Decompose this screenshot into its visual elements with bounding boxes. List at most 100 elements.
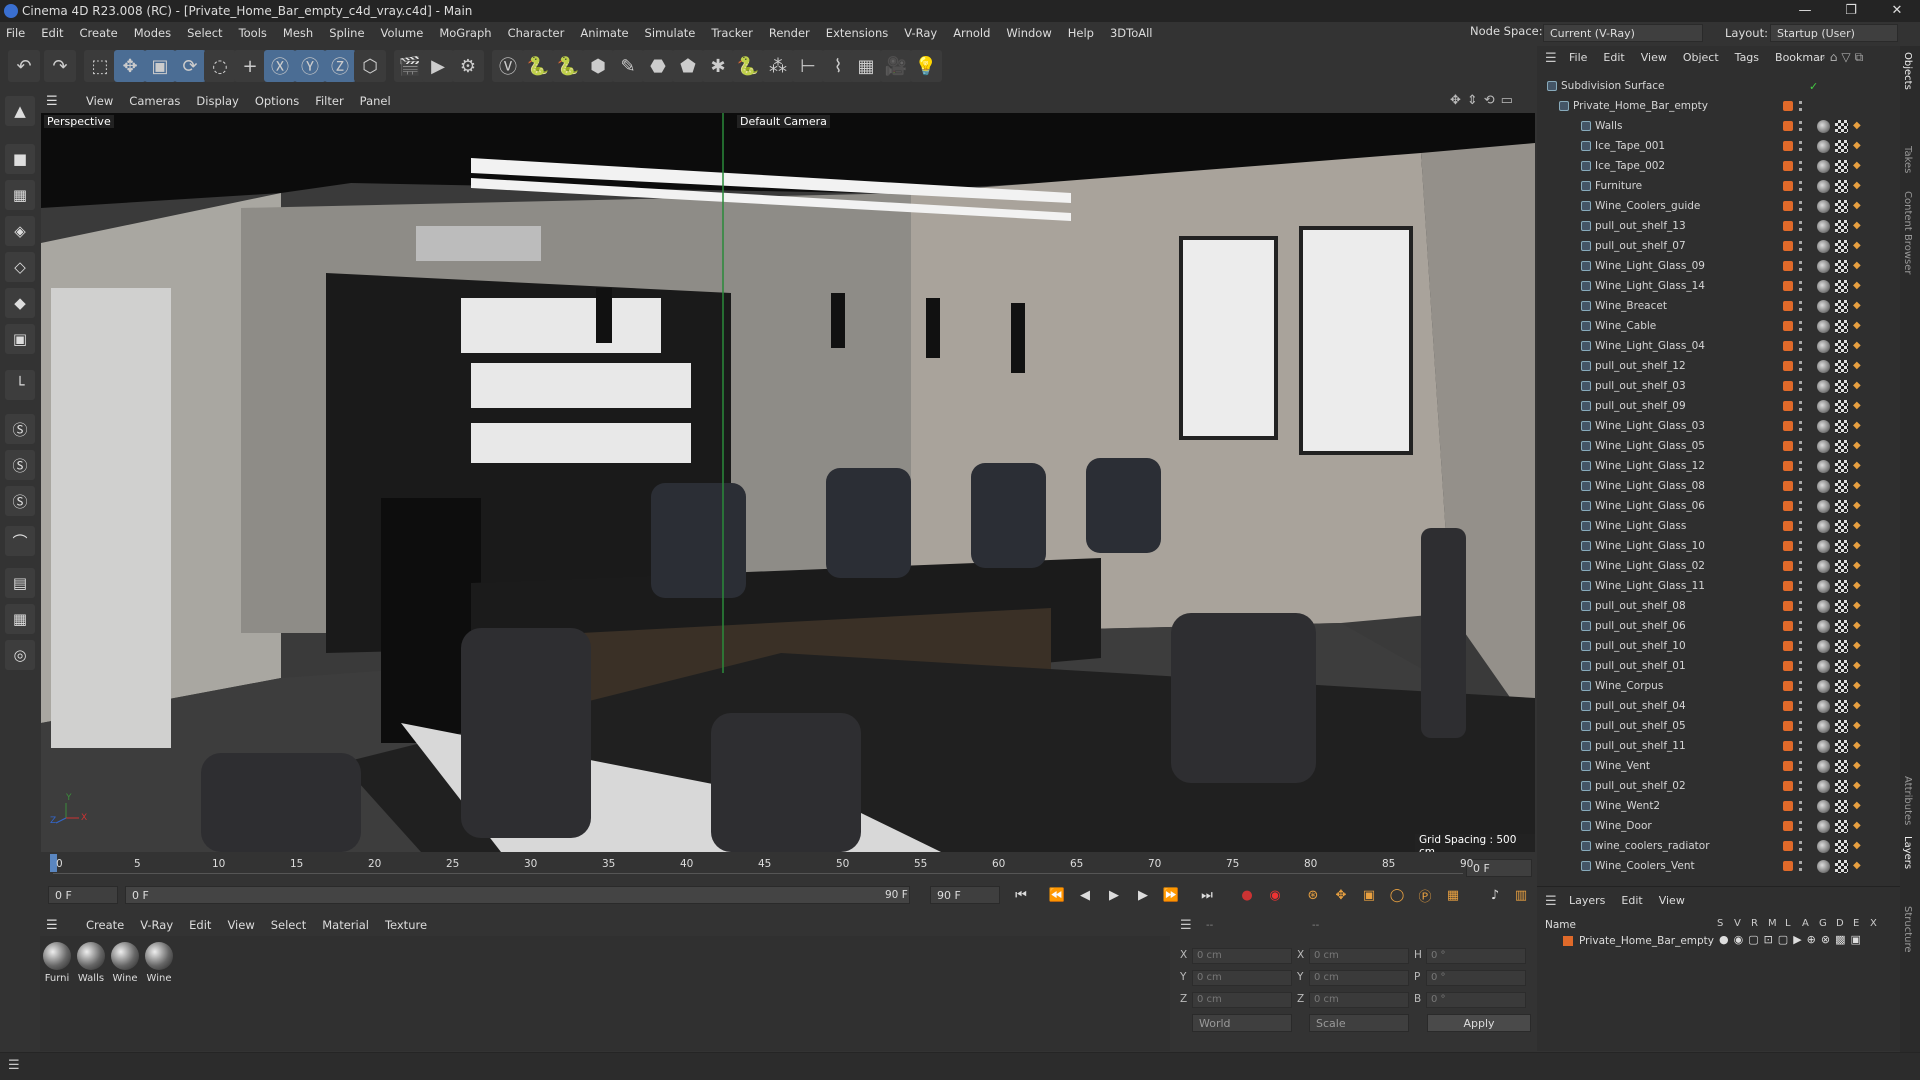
texture-tag-icon[interactable] [1835, 339, 1848, 353]
texture-tag-icon[interactable] [1835, 139, 1848, 153]
material-menu-view[interactable]: View [227, 918, 254, 932]
key-pla-icon[interactable]: ▦ [1442, 884, 1464, 906]
layer-tag-icon[interactable] [1783, 781, 1793, 791]
material-swatch[interactable]: Furni [42, 942, 72, 990]
rotate-icon[interactable]: ⟳ [174, 50, 206, 82]
visibility-dots-icon[interactable] [1799, 401, 1803, 411]
visibility-dots-icon[interactable] [1799, 601, 1803, 611]
vray-tag-icon[interactable]: ◆ [1853, 541, 1863, 551]
material-tag-icon[interactable] [1817, 799, 1830, 813]
light-icon[interactable]: 💡 [910, 50, 942, 82]
material-tag-icon[interactable] [1817, 639, 1830, 653]
object-row[interactable]: pull_out_shelf_03 ◆ [1537, 376, 1900, 396]
texture-tag-icon[interactable] [1835, 479, 1848, 493]
object-row[interactable]: Wine_Light_Glass_10 ◆ [1537, 536, 1900, 556]
material-tag-icon[interactable] [1817, 459, 1830, 473]
python-icon[interactable]: 🐍 [552, 50, 584, 82]
material-tag-icon[interactable] [1817, 279, 1830, 293]
layers-menu-layers[interactable]: Layers [1569, 894, 1605, 907]
menu-spline[interactable]: Spline [329, 26, 364, 40]
side-tab-content-browser[interactable]: Content Browser [1902, 191, 1913, 274]
hamburger-icon[interactable]: ☰ [46, 918, 70, 933]
objects-menu-bookmar[interactable]: Bookmar [1775, 51, 1824, 64]
timeline-window-icon[interactable]: ▥ [1510, 884, 1532, 906]
hamburger-icon[interactable]: ☰ [1545, 51, 1557, 66]
grid-snap-icon[interactable]: ▦ [5, 604, 35, 634]
coord-field[interactable]: 0 ° [1426, 970, 1526, 986]
menu-select[interactable]: Select [187, 26, 222, 40]
menu-volume[interactable]: Volume [381, 26, 424, 40]
visibility-dots-icon[interactable] [1799, 641, 1803, 651]
material-tag-icon[interactable] [1817, 359, 1830, 373]
texture-tag-icon[interactable] [1835, 519, 1848, 533]
object-row[interactable]: Wine_Vent ◆ [1537, 756, 1900, 776]
material-tag-icon[interactable] [1817, 599, 1830, 613]
material-manager[interactable] [40, 936, 1170, 1051]
layer-tag-icon[interactable] [1783, 541, 1793, 551]
material-tag-icon[interactable] [1817, 679, 1830, 693]
viewport-menu-view[interactable]: View [86, 94, 113, 108]
texture-tag-icon[interactable] [1835, 779, 1848, 793]
layer-tag-icon[interactable] [1783, 101, 1793, 111]
texture-tag-icon[interactable] [1835, 619, 1848, 633]
visibility-dots-icon[interactable] [1799, 201, 1803, 211]
menu-modes[interactable]: Modes [134, 26, 171, 40]
texture-tag-icon[interactable] [1835, 319, 1848, 333]
vray-tag-icon[interactable]: ◆ [1853, 621, 1863, 631]
coordinate-system-icon[interactable]: ⬡ [354, 50, 386, 82]
vray-tag-icon[interactable]: ◆ [1853, 161, 1863, 171]
coord-scale-select[interactable]: Scale [1309, 1014, 1409, 1032]
material-tag-icon[interactable] [1817, 319, 1830, 333]
texture-tag-icon[interactable] [1835, 759, 1848, 773]
visibility-dots-icon[interactable] [1799, 181, 1803, 191]
object-row[interactable]: Wine_Light_Glass ◆ [1537, 516, 1900, 536]
viewport-menu-cameras[interactable]: Cameras [129, 94, 180, 108]
object-row[interactable]: pull_out_shelf_02 ◆ [1537, 776, 1900, 796]
texture-tag-icon[interactable] [1835, 659, 1848, 673]
texture-tag-icon[interactable] [1835, 159, 1848, 173]
texture-tag-icon[interactable] [1835, 379, 1848, 393]
frame-range-slider[interactable]: 0 F [125, 886, 910, 904]
object-manager-tool-icons[interactable]: ⌕⌂▽⧉ [1819, 50, 1867, 65]
layer-name[interactable]: Private_Home_Bar_empty [1579, 935, 1714, 947]
record-icon[interactable]: ● [1236, 884, 1258, 906]
visibility-dots-icon[interactable] [1799, 701, 1803, 711]
texture-mode-icon[interactable]: ▦ [5, 180, 35, 210]
z-axis-icon[interactable]: Ⓩ [324, 50, 356, 82]
viewport-menu-display[interactable]: Display [196, 94, 238, 108]
apply-button[interactable]: Apply [1427, 1014, 1531, 1032]
layer-col-d[interactable]: D [1836, 918, 1853, 929]
layer-color-swatch[interactable] [1563, 936, 1573, 946]
visibility-dots-icon[interactable] [1799, 681, 1803, 691]
texture-tag-icon[interactable] [1835, 419, 1848, 433]
layer-tag-icon[interactable] [1783, 561, 1793, 571]
object-row[interactable]: pull_out_shelf_10 ◆ [1537, 636, 1900, 656]
visibility-dots-icon[interactable] [1799, 461, 1803, 471]
vray-tag-icon[interactable]: ◆ [1853, 321, 1863, 331]
material-tag-icon[interactable] [1817, 339, 1830, 353]
texture-tag-icon[interactable] [1835, 179, 1848, 193]
objects-menu-file[interactable]: File [1569, 51, 1587, 64]
texture-tag-icon[interactable] [1835, 599, 1848, 613]
material-tag-icon[interactable] [1817, 119, 1830, 133]
material-menu-select[interactable]: Select [271, 918, 306, 932]
texture-tag-icon[interactable] [1835, 279, 1848, 293]
floor-icon[interactable]: ▦ [850, 50, 882, 82]
magnet-icon[interactable]: ⌒ [5, 526, 35, 556]
object-row[interactable]: Wine_Corpus ◆ [1537, 676, 1900, 696]
layer-tag-icon[interactable] [1783, 361, 1793, 371]
object-row[interactable]: pull_out_shelf_09 ◆ [1537, 396, 1900, 416]
layer-tag-icon[interactable] [1783, 141, 1793, 151]
texture-tag-icon[interactable] [1835, 579, 1848, 593]
coord-field[interactable]: 0 cm [1309, 970, 1409, 986]
vray-tag-icon[interactable]: ◆ [1853, 761, 1863, 771]
key-scale-icon[interactable]: ▣ [1358, 884, 1380, 906]
layer-tag-icon[interactable] [1783, 721, 1793, 731]
subdivision-icon[interactable]: ⬣ [642, 50, 674, 82]
visibility-dots-icon[interactable] [1799, 101, 1803, 111]
layer-tag-icon[interactable] [1783, 321, 1793, 331]
undo-icon[interactable]: ↶ [8, 50, 40, 82]
visibility-dots-icon[interactable] [1799, 221, 1803, 231]
material-tag-icon[interactable] [1817, 379, 1830, 393]
layer-tag-icon[interactable] [1783, 221, 1793, 231]
